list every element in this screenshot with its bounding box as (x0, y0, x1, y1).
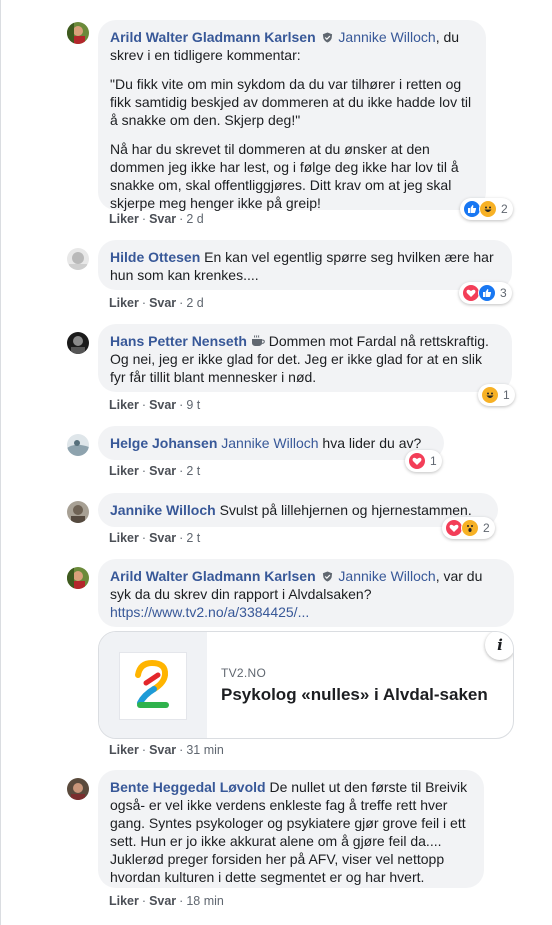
reaction-summary[interactable]: 2 (460, 198, 513, 220)
comment-author[interactable]: Arild Walter Gladmann Karlsen (110, 29, 316, 45)
comment-bubble: Hans Petter Nenseth Dommen mot Fardal nå… (98, 324, 512, 392)
avatar[interactable] (67, 501, 89, 523)
like-button[interactable]: Liker (109, 464, 139, 478)
reply-button[interactable]: Svar (149, 743, 176, 757)
comment-bubble: Jannike Willoch Svulst på lillehjernen o… (98, 493, 498, 527)
reaction-count: 1 (503, 388, 510, 402)
comment-actions: Liker · Svar · 2 d (109, 296, 204, 310)
info-icon: i (497, 636, 503, 654)
reply-button[interactable]: Svar (149, 531, 176, 545)
tv2-logo-icon (119, 652, 187, 720)
avatar[interactable] (67, 567, 89, 589)
comment-text: Nå har du skrevet til dommeren at du øns… (110, 141, 459, 211)
comment-mention[interactable]: Jannike Willoch (338, 568, 435, 584)
like-button[interactable]: Liker (109, 894, 139, 908)
like-button[interactable]: Liker (109, 212, 139, 226)
comment-text: Svulst på lillehjernen og hjernestammen. (219, 502, 472, 518)
comment-author[interactable]: Hans Petter Nenseth (110, 333, 247, 349)
info-button[interactable]: i (485, 632, 513, 660)
thread-border (0, 0, 1, 925)
avatar[interactable] (67, 434, 89, 456)
heart-icon (408, 452, 426, 470)
comment-time[interactable]: 2 d (186, 296, 203, 310)
comment-time[interactable]: 2 d (186, 212, 203, 226)
comment-actions: Liker · Svar · 18 min (109, 894, 224, 908)
comment-actions: Liker · Svar · 31 min (109, 743, 224, 757)
reply-button[interactable]: Svar (149, 464, 176, 478)
coffee-icon (251, 333, 265, 349)
comment-time[interactable]: 2 t (186, 531, 200, 545)
reaction-count: 3 (500, 286, 507, 300)
reply-button[interactable]: Svar (149, 212, 176, 226)
comment-time[interactable]: 2 t (186, 464, 200, 478)
comment-bubble: Hilde Ottesen En kan vel egentlig spørre… (98, 240, 512, 290)
comment-quote: "Du fikk vite om min sykdom da du var ti… (110, 76, 472, 128)
comment-text: hva lider du av? (322, 435, 422, 451)
comment-time[interactable]: 31 min (186, 743, 224, 757)
comment-bubble: Arild Walter Gladmann Karlsen Jannike Wi… (98, 20, 486, 211)
comment-author[interactable]: Helge Johansen (110, 435, 217, 451)
like-button[interactable]: Liker (109, 296, 139, 310)
reaction-count: 2 (483, 521, 490, 535)
comment-actions: Liker · Svar · 9 t (109, 398, 201, 412)
comment-actions: Liker · Svar · 2 d (109, 212, 204, 226)
comment-time[interactable]: 18 min (186, 894, 224, 908)
haha-icon (481, 386, 499, 404)
like-button[interactable]: Liker (109, 398, 139, 412)
link-preview-thumbnail (99, 632, 207, 738)
link-preview-card[interactable]: TV2.NO Psykolog «nulles» i Alvdal-saken … (98, 631, 514, 739)
comment-bubble: Arild Walter Gladmann Karlsen Jannike Wi… (98, 559, 514, 627)
comment-time[interactable]: 9 t (186, 398, 200, 412)
reply-button[interactable]: Svar (149, 296, 176, 310)
like-icon (478, 284, 496, 302)
reaction-summary[interactable]: 1 (478, 384, 515, 406)
like-button[interactable]: Liker (109, 743, 139, 757)
avatar[interactable] (67, 248, 89, 270)
comment-bubble: Bente Heggedal Løvold De nullet ut den f… (98, 770, 484, 888)
haha-icon (479, 200, 497, 218)
comment-author[interactable]: Arild Walter Gladmann Karlsen (110, 568, 316, 584)
comment-author[interactable]: Hilde Ottesen (110, 249, 200, 265)
shield-icon (322, 568, 333, 582)
comment-actions: Liker · Svar · 2 t (109, 464, 201, 478)
reply-button[interactable]: Svar (149, 894, 176, 908)
reply-button[interactable]: Svar (149, 398, 176, 412)
avatar[interactable] (67, 332, 89, 354)
comment-author[interactable]: Jannike Willoch (110, 502, 216, 518)
reaction-count: 1 (430, 454, 437, 468)
wow-icon (461, 519, 479, 537)
reaction-summary[interactable]: 1 (405, 450, 442, 472)
link-preview-domain: TV2.NO (221, 666, 267, 680)
comment-bubble: Helge Johansen Jannike Willoch hva lider… (98, 426, 444, 460)
comment-mention[interactable]: Jannike Willoch (338, 29, 435, 45)
reaction-summary[interactable]: 2 (442, 517, 495, 539)
like-button[interactable]: Liker (109, 531, 139, 545)
reaction-count: 2 (501, 202, 508, 216)
comment-link[interactable]: https://www.tv2.no/a/3384425/... (110, 604, 309, 620)
comment-actions: Liker · Svar · 2 t (109, 531, 201, 545)
comment-author[interactable]: Bente Heggedal Løvold (110, 779, 266, 795)
reaction-summary[interactable]: 3 (459, 282, 512, 304)
link-preview-title[interactable]: Psykolog «nulles» i Alvdal-saken (221, 684, 488, 706)
comment-mention[interactable]: Jannike Willoch (221, 435, 318, 451)
avatar[interactable] (67, 778, 89, 800)
shield-icon (322, 29, 333, 43)
avatar[interactable] (67, 22, 89, 44)
